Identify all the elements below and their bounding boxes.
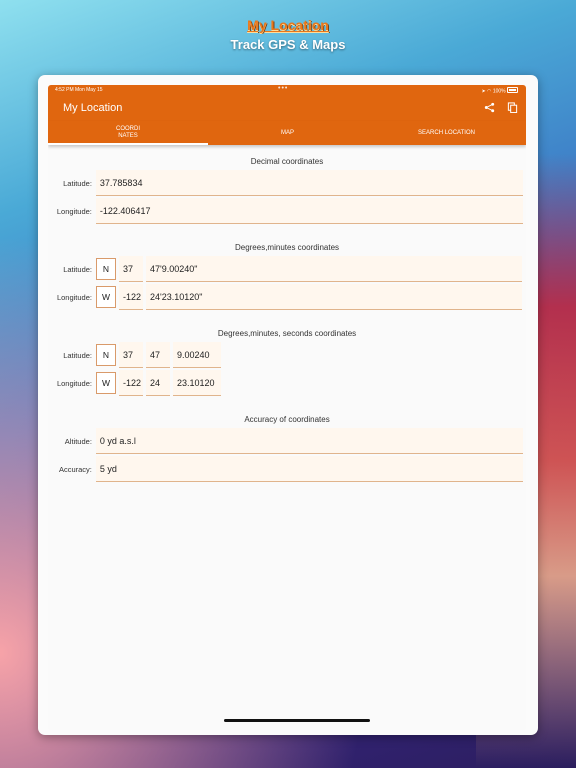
longitude-label: Longitude:	[56, 292, 92, 302]
dms-longitude-seconds[interactable]: 23.10120	[173, 370, 221, 396]
tab-map[interactable]: MAP	[208, 121, 367, 145]
promo-subtitle: Track GPS & Maps	[230, 37, 346, 52]
dm-latitude-degrees[interactable]: 37	[119, 256, 143, 282]
home-indicator[interactable]	[224, 719, 370, 722]
location-arrow-icon: ➤	[481, 88, 486, 95]
dm-latitude-direction[interactable]: N	[96, 258, 116, 280]
dm-latitude-row: Latitude: N 37 47'9.00240"	[48, 255, 526, 283]
tab-map-label: MAP	[280, 129, 294, 136]
dm-longitude-direction[interactable]: W	[96, 286, 116, 308]
app-screen: 4:52 PM Mon May 15 ••• ➤ ◠ 100% My Locat…	[48, 85, 526, 730]
accuracy-label: Accuracy:	[58, 464, 92, 474]
altitude-field[interactable]: 0 yd a.s.l	[95, 428, 523, 454]
dm-longitude-degrees[interactable]: -122	[119, 284, 143, 310]
tab-coordinates[interactable]: COORDI NATES	[48, 121, 208, 145]
copy-icon[interactable]	[507, 102, 518, 113]
accuracy-section-title: Accuracy of coordinates	[244, 415, 330, 424]
altitude-label: Altitude:	[64, 436, 92, 446]
decimal-longitude-row: Longitude: -122.406417	[48, 197, 526, 225]
accuracy-field[interactable]: 5 yd	[95, 456, 523, 482]
dms-longitude-direction[interactable]: W	[96, 372, 116, 394]
app-title: My Location	[63, 102, 123, 114]
tab-bar: COORDI NATES MAP SEARCH LOCATION	[48, 121, 526, 145]
dms-latitude-seconds[interactable]: 9.00240	[173, 342, 221, 368]
tablet-frame: 4:52 PM Mon May 15 ••• ➤ ◠ 100% My Locat…	[38, 75, 538, 735]
decimal-latitude-row: Latitude: 37.785834	[48, 169, 526, 197]
altitude-row: Altitude: 0 yd a.s.l	[48, 427, 526, 455]
dm-latitude-minutes[interactable]: 47'9.00240"	[146, 256, 522, 282]
battery-icon	[507, 87, 518, 93]
latitude-label: Latitude:	[63, 350, 92, 360]
coordinates-content: Decimal coordinates Latitude: 37.785834 …	[48, 157, 526, 483]
share-icon[interactable]	[484, 102, 495, 113]
multitask-dots[interactable]: •••	[278, 85, 288, 92]
app-bar: My Location	[48, 95, 526, 121]
decimal-longitude-field[interactable]: -122.406417	[95, 198, 523, 224]
decimal-section-title: Decimal coordinates	[250, 157, 324, 166]
status-time: 4:52 PM Mon May 15	[55, 87, 103, 93]
dms-section-title: Degrees,minutes, seconds coordinates	[217, 329, 357, 338]
promo-title: My Location	[247, 17, 329, 33]
accuracy-row: Accuracy: 5 yd	[48, 455, 526, 483]
latitude-label: Latitude:	[63, 178, 92, 188]
dms-longitude-degrees[interactable]: -122	[119, 370, 143, 396]
status-bar: 4:52 PM Mon May 15 ••• ➤ ◠ 100%	[48, 85, 526, 95]
tab-search-location[interactable]: SEARCH LOCATION	[367, 121, 526, 145]
dms-longitude-row: Longitude: W -122 24 23.10120	[48, 369, 526, 397]
dm-longitude-minutes[interactable]: 24'23.10120"	[146, 284, 522, 310]
dm-section-title: Degrees,minutes coordinates	[234, 243, 340, 252]
battery-percent: 100%	[492, 88, 506, 95]
decimal-latitude-field[interactable]: 37.785834	[95, 170, 523, 196]
dms-latitude-row: Latitude: N 37 47 9.00240	[48, 341, 526, 369]
status-right: ➤ ◠ 100%	[481, 87, 518, 95]
wifi-icon: ◠	[487, 88, 492, 95]
longitude-label: Longitude:	[56, 206, 92, 216]
dms-latitude-minutes[interactable]: 47	[146, 342, 170, 368]
dms-longitude-minutes[interactable]: 24	[146, 370, 170, 396]
app-bar-actions	[484, 102, 518, 113]
dms-latitude-direction[interactable]: N	[96, 344, 116, 366]
dms-latitude-degrees[interactable]: 37	[119, 342, 143, 368]
tab-search-location-label: SEARCH LOCATION	[418, 129, 475, 136]
dm-longitude-row: Longitude: W -122 24'23.10120"	[48, 283, 526, 311]
latitude-label: Latitude:	[63, 264, 92, 274]
longitude-label: Longitude:	[56, 378, 92, 388]
tab-coordinates-label: COORDI NATES	[116, 126, 140, 139]
